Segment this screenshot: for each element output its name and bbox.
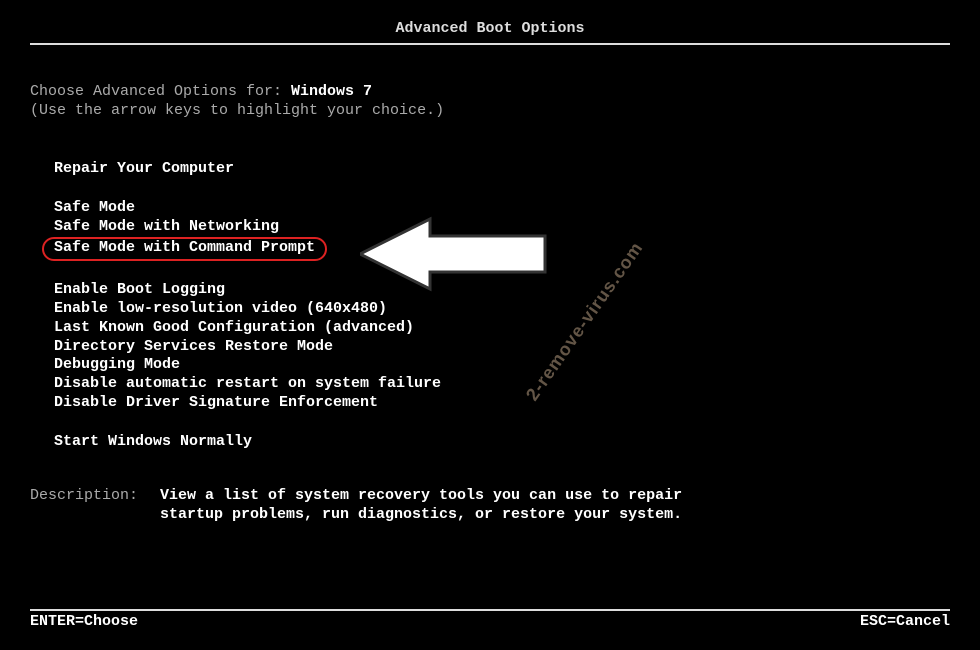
window-title: Advanced Boot Options xyxy=(30,20,950,45)
description-text: View a list of system recovery tools you… xyxy=(160,487,720,525)
menu-item-start-windows-normally[interactable]: Start Windows Normally xyxy=(54,433,950,452)
footer-bar: ENTER=Choose ESC=Cancel xyxy=(30,609,950,632)
menu-group-advanced: Enable Boot Logging Enable low-resolutio… xyxy=(54,281,950,412)
menu-item-repair-your-computer[interactable]: Repair Your Computer xyxy=(54,160,950,179)
footer-enter-hint: ENTER=Choose xyxy=(30,613,138,632)
menu-item-directory-services-restore[interactable]: Directory Services Restore Mode xyxy=(54,338,950,357)
intro-hint: (Use the arrow keys to highlight your ch… xyxy=(30,102,950,121)
intro-block: Choose Advanced Options for: Windows 7 (… xyxy=(30,83,950,121)
menu-item-disable-driver-signature[interactable]: Disable Driver Signature Enforcement xyxy=(54,394,950,413)
menu-group-repair: Repair Your Computer xyxy=(54,160,950,179)
os-name: Windows 7 xyxy=(291,83,372,100)
menu-item-safe-mode[interactable]: Safe Mode xyxy=(54,199,950,218)
menu-group-safe-mode: Safe Mode Safe Mode with Networking Safe… xyxy=(54,199,950,261)
menu-item-low-res-video[interactable]: Enable low-resolution video (640x480) xyxy=(54,300,950,319)
description-block: Description: View a list of system recov… xyxy=(30,487,950,525)
menu-item-safe-mode-networking[interactable]: Safe Mode with Networking xyxy=(54,218,950,237)
menu-item-debugging-mode[interactable]: Debugging Mode xyxy=(54,356,950,375)
boot-options-screen: Advanced Boot Options Choose Advanced Op… xyxy=(0,0,980,650)
menu-group-normal: Start Windows Normally xyxy=(54,433,950,452)
boot-menu[interactable]: Repair Your Computer Safe Mode Safe Mode… xyxy=(30,160,950,451)
footer-esc-hint: ESC=Cancel xyxy=(860,613,950,632)
menu-item-disable-auto-restart[interactable]: Disable automatic restart on system fail… xyxy=(54,375,950,394)
menu-item-enable-boot-logging[interactable]: Enable Boot Logging xyxy=(54,281,950,300)
menu-item-last-known-good[interactable]: Last Known Good Configuration (advanced) xyxy=(54,319,950,338)
description-label: Description: xyxy=(30,487,160,506)
menu-item-safe-mode-command-prompt[interactable]: Safe Mode with Command Prompt xyxy=(42,237,327,262)
intro-prefix: Choose Advanced Options for: xyxy=(30,83,291,100)
